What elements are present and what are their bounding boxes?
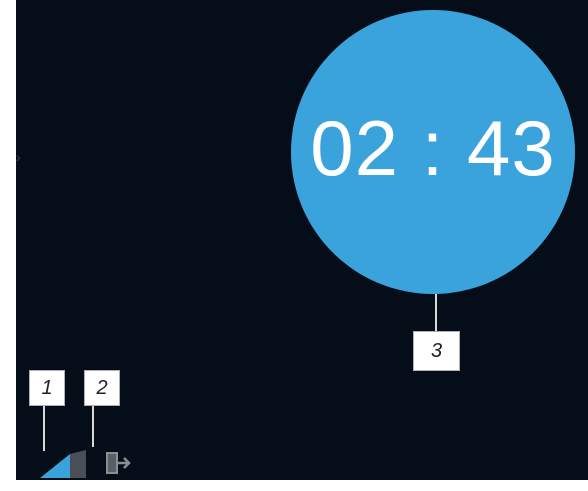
callout-1-line <box>43 405 45 451</box>
timer-display: 02 : 43 <box>310 103 556 192</box>
signal-strength-icon[interactable] <box>40 450 88 478</box>
chevron-right-icon[interactable]: › <box>16 150 21 164</box>
exit-door-icon[interactable] <box>104 450 132 478</box>
callout-label-3: 3 <box>413 331 460 371</box>
callout-2-line <box>92 405 94 447</box>
timer-circle: 02 : 43 <box>291 10 575 294</box>
callout-3-line <box>435 294 437 332</box>
callout-label-2: 2 <box>84 370 120 406</box>
app-screen: › 02 : 43 <box>16 0 588 480</box>
callout-label-1: 1 <box>29 370 65 406</box>
